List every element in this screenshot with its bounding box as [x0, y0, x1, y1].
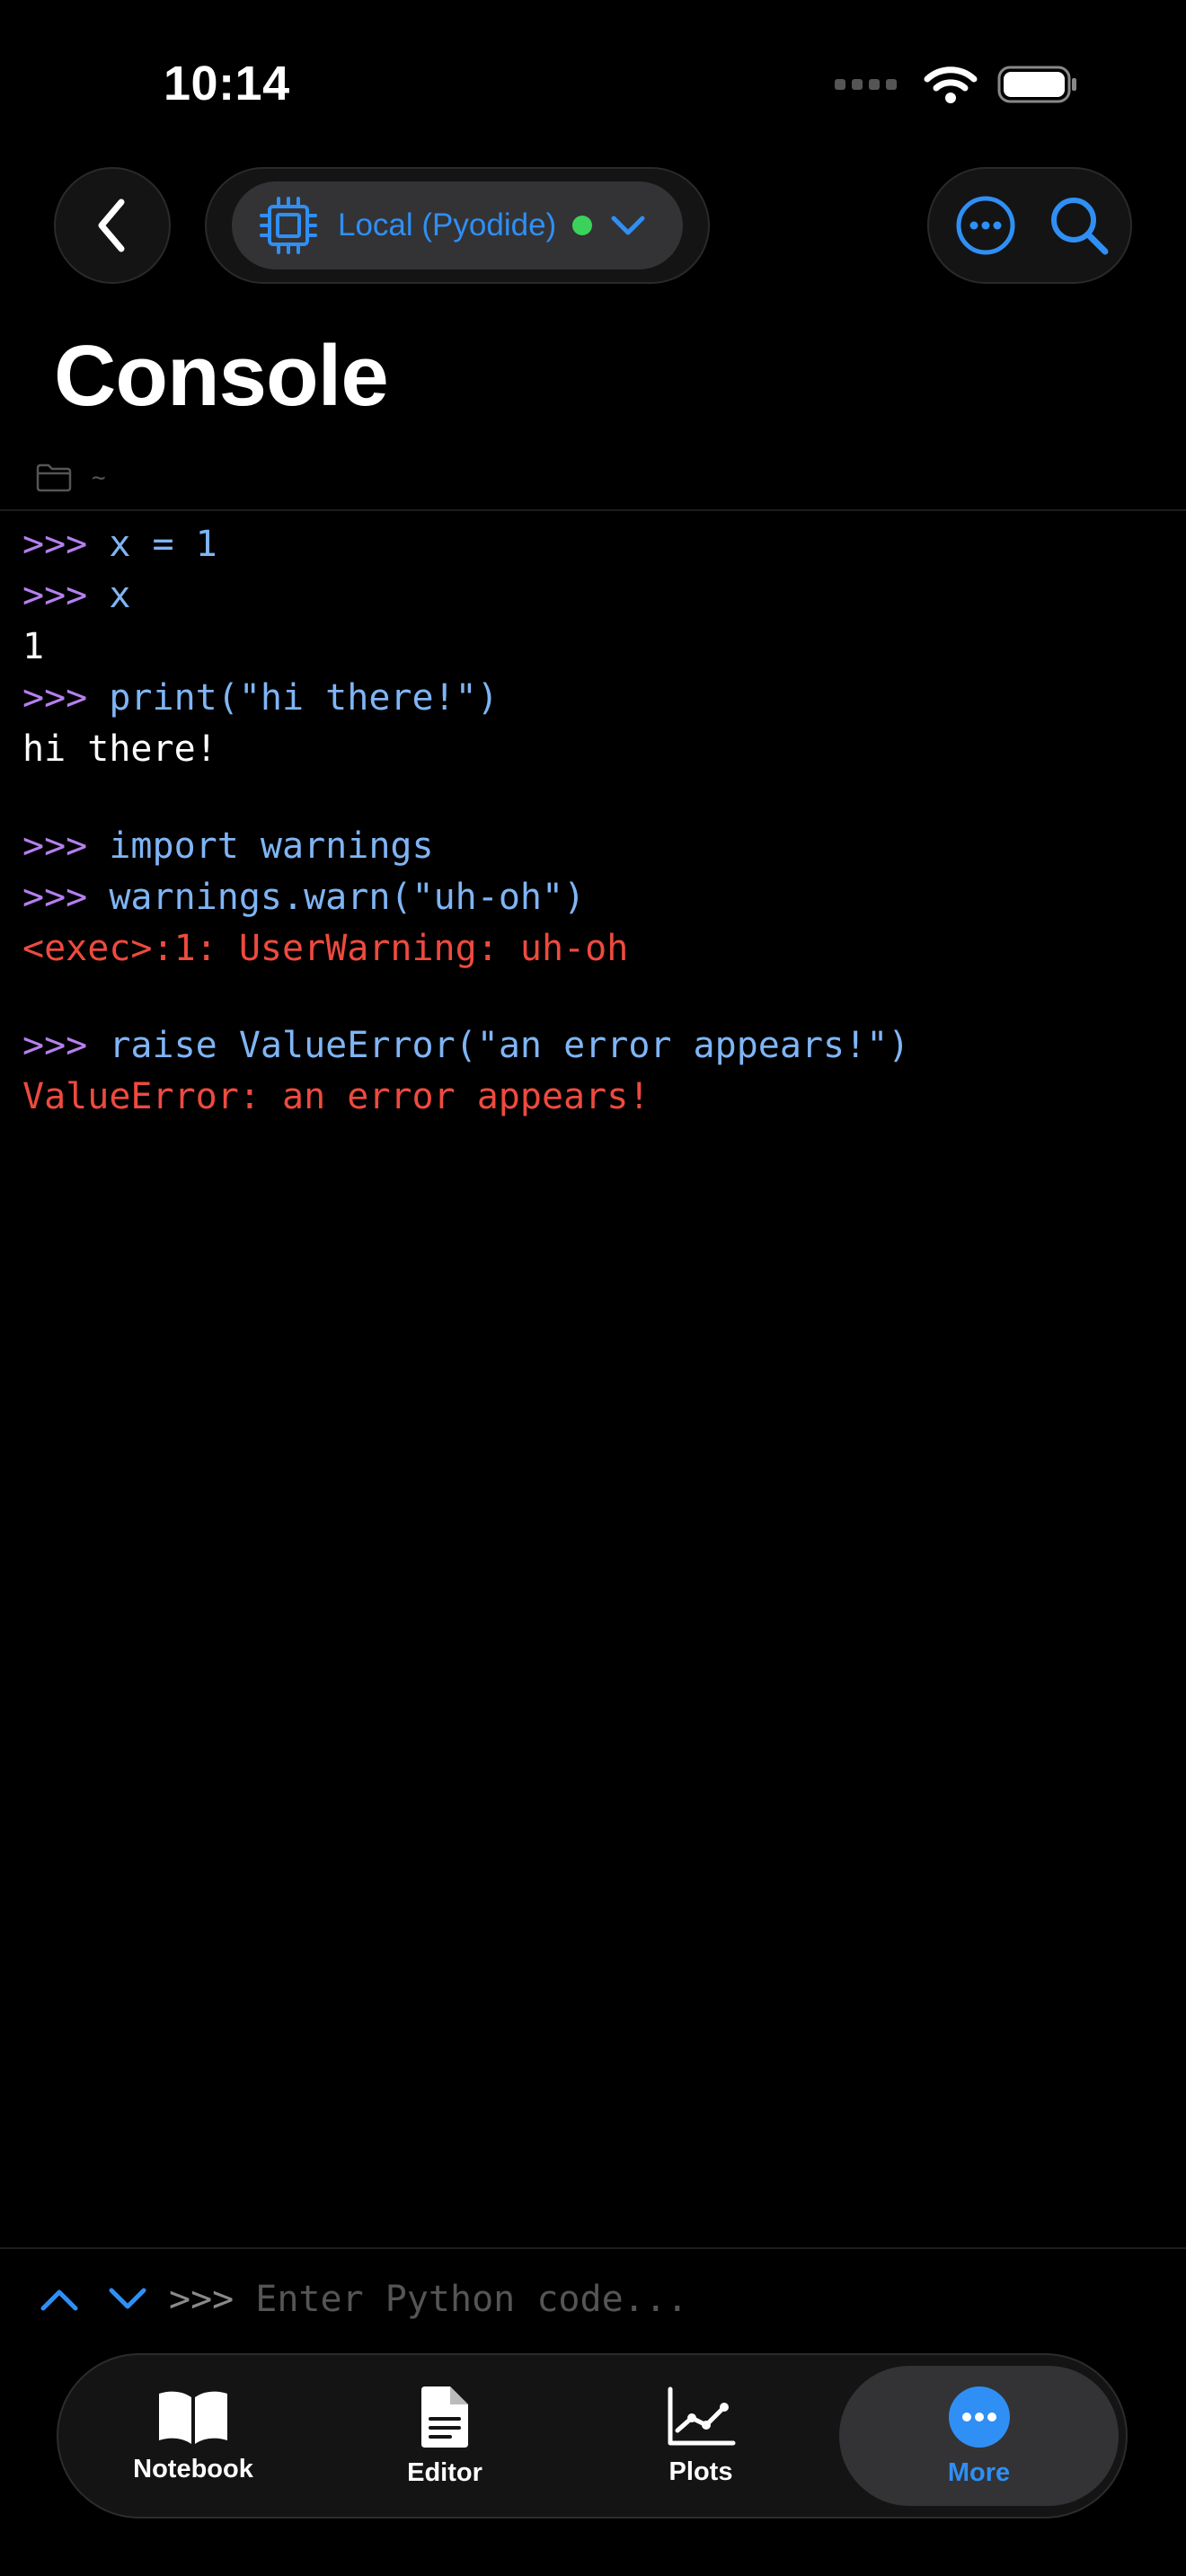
history-down-button[interactable] — [101, 2272, 155, 2326]
status-icons — [835, 65, 1078, 104]
kernel-selector[interactable]: Local (Pyodide) — [232, 181, 683, 269]
console-code: print("hi there!") — [109, 677, 499, 719]
chevron-up-icon — [40, 2289, 78, 2311]
history-up-button[interactable] — [32, 2272, 86, 2326]
console-code: raise ValueError("an error appears!") — [109, 1025, 910, 1066]
tab-more[interactable]: More — [839, 2366, 1119, 2506]
wifi-icon — [924, 66, 978, 103]
tab-notebook[interactable]: Notebook — [94, 2355, 292, 2517]
console-input-line: >>> x = 1 — [22, 519, 1168, 570]
console-input-row: >>> — [32, 2272, 1065, 2326]
kernel-label: Local (Pyodide) — [338, 207, 557, 243]
ellipsis-circle-icon — [956, 196, 1015, 255]
console-prompt: >>> — [22, 524, 88, 565]
toolbar-actions — [927, 167, 1132, 284]
console-code: warnings.warn("uh-oh") — [109, 877, 586, 918]
chevron-down-icon — [610, 214, 646, 237]
input-prompt: >>> — [169, 2279, 235, 2320]
more-options-button[interactable] — [936, 169, 1035, 282]
search-icon — [1051, 198, 1109, 255]
tab-label: More — [947, 2457, 1011, 2487]
tab-label: Plots — [668, 2457, 733, 2486]
console-output-line: 1 — [22, 626, 45, 667]
console-error-line: <exec>:1: UserWarning: uh-oh — [22, 928, 629, 969]
console-prompt: >>> — [22, 575, 88, 616]
tab-label: Notebook — [133, 2454, 253, 2483]
status-time: 10:14 — [164, 57, 290, 110]
tab-editor[interactable]: Editor — [355, 2355, 535, 2517]
console-code: x — [109, 575, 131, 616]
kernel-status-dot — [572, 216, 593, 235]
console-code: import warnings — [109, 825, 434, 867]
tab-label: Editor — [407, 2457, 482, 2487]
cpu-icon — [260, 197, 317, 254]
battery-icon — [997, 66, 1076, 103]
tab-plots[interactable]: Plots — [611, 2355, 791, 2517]
console-code: x = 1 — [109, 524, 217, 565]
divider — [0, 2247, 1186, 2249]
book-icon — [159, 2391, 227, 2444]
cellular-icon — [835, 79, 897, 90]
console-input-line: >>> raise ValueError("an error appears!"… — [22, 1020, 1168, 1072]
divider — [0, 509, 1186, 511]
console-input-line: >>> x — [22, 570, 1168, 622]
console-input-line: >>> import warnings — [22, 821, 1168, 872]
console-screen: 10:14 Local (Pyodide) Console ~ >>> x = … — [0, 0, 1186, 2576]
folder-icon — [36, 463, 72, 492]
tab-bar: Notebook Editor Plots More — [57, 2353, 1128, 2519]
back-button[interactable] — [54, 167, 171, 284]
console-prompt: >>> — [22, 1025, 88, 1066]
console-error-line: ValueError: an error appears! — [22, 1076, 651, 1117]
console-prompt: >>> — [22, 877, 88, 918]
console-prompt: >>> — [22, 677, 88, 719]
console-output-line: hi there! — [22, 728, 217, 770]
document-icon — [421, 2386, 468, 2448]
console-input-line: >>> warnings.warn("uh-oh") — [22, 872, 1168, 923]
chart-icon — [668, 2386, 736, 2445]
python-code-input[interactable] — [255, 2279, 1065, 2320]
ellipsis-circle-icon — [948, 2386, 1010, 2448]
page-title: Console — [54, 328, 389, 424]
console-prompt: >>> — [22, 825, 88, 867]
path-label: ~ — [92, 464, 106, 491]
chevron-left-icon — [98, 198, 125, 252]
console-output: >>> x = 1 >>> x 1 >>> print("hi there!") hi … — [22, 519, 1168, 1123]
chevron-down-icon — [109, 2288, 146, 2309]
search-button[interactable] — [1030, 169, 1128, 282]
console-input-line: >>> print("hi there!") — [22, 673, 1168, 724]
working-directory: ~ — [36, 463, 106, 492]
